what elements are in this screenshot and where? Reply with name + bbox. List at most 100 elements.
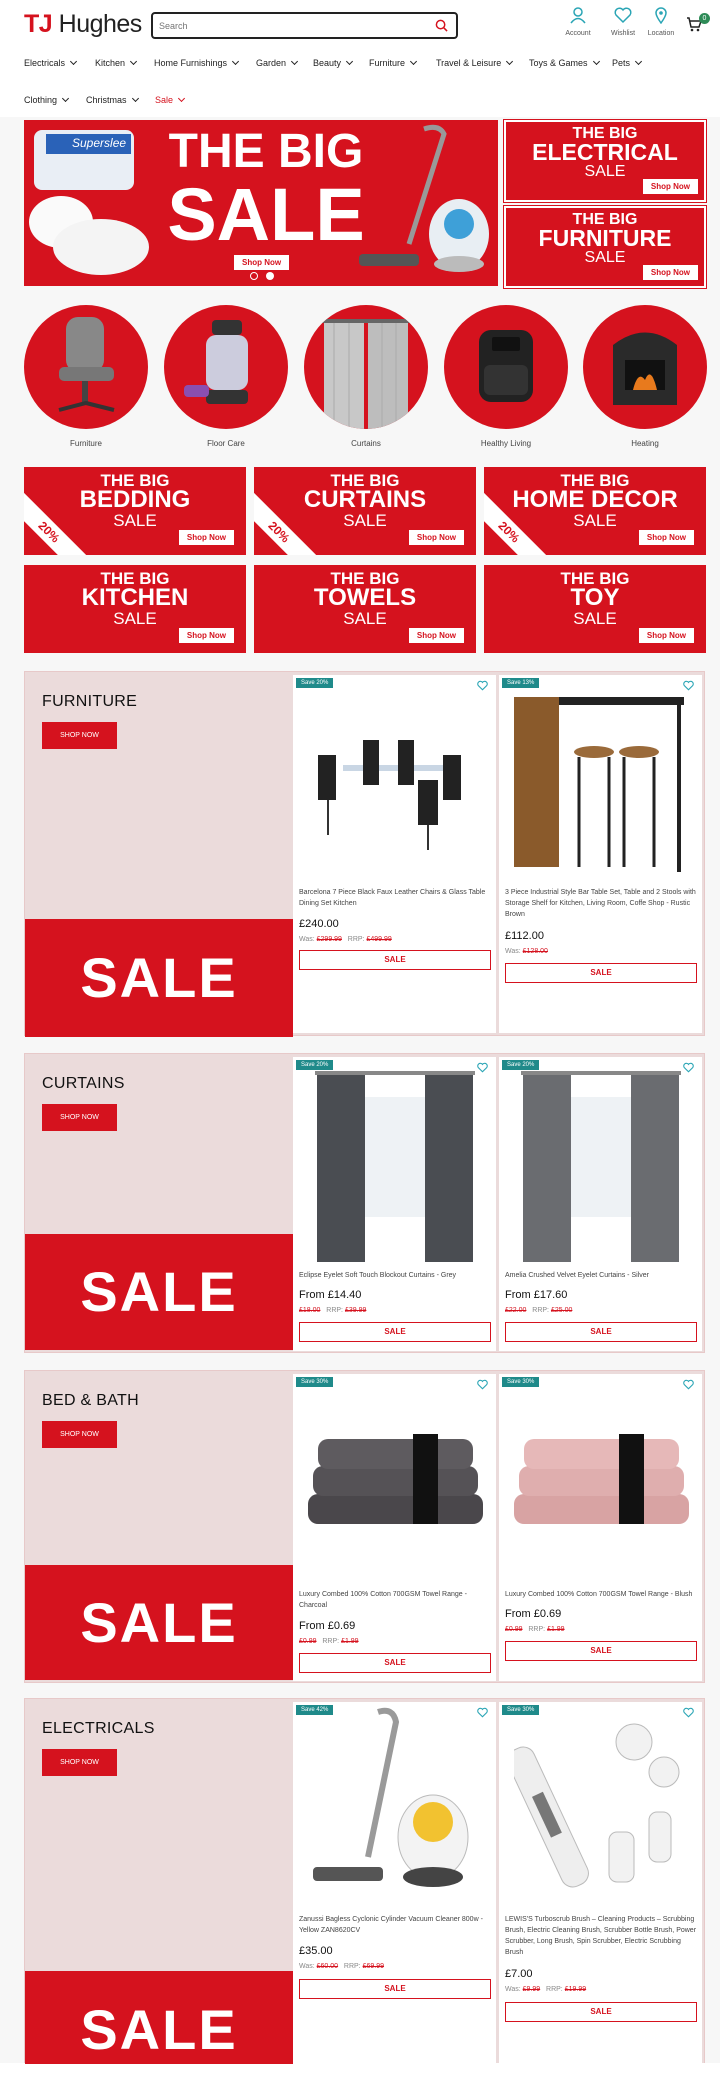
wishlist-heart-icon[interactable] [683, 1062, 694, 1073]
category-label: Curtains [351, 439, 381, 448]
nav-garden[interactable]: Garden [256, 57, 299, 68]
wishlist-heart-icon[interactable] [683, 680, 694, 691]
product-price: From £0.69 [505, 1608, 562, 1620]
wishlist-heart-icon[interactable] [683, 1379, 694, 1390]
heart-icon [614, 7, 632, 24]
product-card[interactable]: Save 13% 3 Piece Industrial Style Bar Ta… [499, 675, 702, 1033]
wishlist-heart-icon[interactable] [477, 1379, 488, 1390]
toy-sale-tile[interactable]: THE BIG TOY SALE Shop Now [484, 565, 706, 653]
section-shop-now-button[interactable]: SHOP NOW [42, 1421, 117, 1448]
search-input[interactable] [159, 17, 429, 35]
wishlist-heart-icon[interactable] [477, 1062, 488, 1073]
nav-travel-leisure[interactable]: Travel & Leisure [436, 57, 514, 68]
sale-button[interactable]: SALE [299, 1322, 491, 1342]
wishlist-heart-icon[interactable] [477, 1707, 488, 1718]
section-sale-banner: SALE [25, 919, 293, 1037]
wishlist-heart-icon[interactable] [477, 680, 488, 691]
chevron-down-icon [506, 57, 514, 66]
nav-sale[interactable]: Sale [155, 94, 186, 105]
nav-home-furnishings[interactable]: Home Furnishings [154, 57, 240, 68]
sale-button[interactable]: SALE [505, 963, 697, 983]
nav-toys-games[interactable]: Toys & Games [529, 57, 600, 68]
chevron-down-icon [634, 57, 643, 66]
product-card[interactable]: Save 20% Amelia Crushed Velvet Eyelet Cu… [499, 1057, 702, 1351]
curtains-shop-now-button[interactable]: Shop Now [408, 530, 464, 545]
electrical-shop-now-button[interactable]: Shop Now [642, 179, 698, 194]
account-link[interactable]: Account [558, 6, 598, 37]
electrical-sale-banner[interactable]: THE BIG ELECTRICAL SALE Shop Now [503, 119, 707, 203]
sale-button[interactable]: SALE [299, 1979, 491, 1999]
chevron-down-icon [592, 57, 600, 66]
sale-button[interactable]: SALE [505, 1641, 697, 1661]
category-circle-curtains[interactable] [304, 305, 428, 429]
hero-shop-now-button[interactable]: Shop Now [234, 255, 290, 270]
logo[interactable]: TJ Hughes [24, 10, 142, 39]
search-icon[interactable] [435, 19, 448, 32]
product-name[interactable]: Eclipse Eyelet Soft Touch Blockout Curta… [299, 1271, 491, 1282]
nav-beauty[interactable]: Beauty [313, 57, 354, 68]
chevron-down-icon [129, 57, 138, 66]
category-circle-healthy-living[interactable] [444, 305, 568, 429]
wishlist-link[interactable]: Wishlist [603, 6, 643, 37]
product-name[interactable]: Luxury Combed 100% Cotton 700GSM Towel R… [299, 1590, 491, 1612]
section-shop-now-button[interactable]: SHOP NOW [42, 1104, 117, 1131]
category-circle-heating[interactable] [583, 305, 707, 429]
nav-electricals[interactable]: Electricals [24, 57, 78, 68]
product-price: £35.00 [299, 1945, 333, 1957]
carousel-dot-active[interactable] [266, 272, 274, 280]
curtains-sale-tile[interactable]: 20% THE BIG CURTAINS SALE Shop Now [254, 467, 476, 555]
furniture-shop-now-button[interactable]: Shop Now [642, 265, 698, 280]
home-decor-shop-now-button[interactable]: Shop Now [638, 530, 694, 545]
wishlist-heart-icon[interactable] [683, 1707, 694, 1718]
product-name[interactable]: 3 Piece Industrial Style Bar Table Set, … [505, 888, 697, 921]
sale-button[interactable]: SALE [299, 1653, 491, 1673]
kitchen-sale-tile[interactable]: THE BIG KITCHEN SALE Shop Now [24, 565, 246, 653]
section-shop-now-button[interactable]: SHOP NOW [42, 722, 117, 749]
product-name[interactable]: Barcelona 7 Piece Black Faux Leather Cha… [299, 888, 491, 910]
section-shop-now-button[interactable]: SHOP NOW [42, 1749, 117, 1776]
air-fryer-image [479, 330, 533, 402]
nav-pets[interactable]: Pets [612, 57, 643, 68]
product-card[interactable]: Save 20% Barcelona 7 Piece Black Faux Le… [293, 675, 496, 1033]
nav-christmas[interactable]: Christmas [86, 94, 139, 105]
category-label: Healthy Living [480, 439, 532, 448]
product-card[interactable]: Save 30% Luxury Combed 100% Cotton 700GS… [499, 1374, 702, 1681]
toy-shop-now-button[interactable]: Shop Now [638, 628, 694, 643]
product-card[interactable]: Save 20% Eclipse Eyelet Soft Touch Block… [293, 1057, 496, 1351]
sale-button[interactable]: SALE [505, 1322, 697, 1342]
product-name[interactable]: Amelia Crushed Velvet Eyelet Curtains - … [505, 1271, 697, 1282]
discount-badge: Save 30% [502, 1377, 540, 1387]
chevron-down-icon [177, 94, 186, 103]
product-card[interactable]: Save 30% Luxury Combed 100% Cotton 700GS… [293, 1374, 496, 1681]
product-name[interactable]: Zanussi Bagless Cyclonic Cylinder Vacuum… [299, 1915, 491, 1937]
product-price: From £14.40 [299, 1289, 362, 1301]
category-circle-floor-care[interactable] [164, 305, 288, 429]
category-circle-furniture[interactable] [24, 305, 148, 429]
sale-button[interactable]: SALE [299, 950, 491, 970]
product-name[interactable]: Luxury Combed 100% Cotton 700GSM Towel R… [505, 1590, 697, 1601]
product-image-dining-set [318, 740, 461, 850]
nav-kitchen[interactable]: Kitchen [95, 57, 138, 68]
hero-banner[interactable]: Superslee THE BIG SALE Shop Now [24, 120, 498, 286]
product-name[interactable]: LEWIS'S Turboscrub Brush – Cleaning Prod… [505, 1915, 697, 1958]
product-card[interactable]: Save 30% LEWIS'S Turboscrub Brush – Clea… [499, 1702, 702, 2064]
towels-shop-now-button[interactable]: Shop Now [408, 628, 464, 643]
product-image-turboscrub-brush [514, 1723, 680, 1888]
carousel-dot[interactable] [250, 272, 258, 280]
furniture-sale-banner[interactable]: THE BIG FURNITURE SALE Shop Now [503, 205, 707, 289]
product-image-charcoal-towels [308, 1434, 483, 1524]
sale-button[interactable]: SALE [505, 2002, 697, 2022]
home-decor-sale-tile[interactable]: 20% THE BIG HOME DECOR SALE Shop Now [484, 467, 706, 555]
location-link[interactable]: Location [641, 6, 681, 37]
bedding-shop-now-button[interactable]: Shop Now [178, 530, 234, 545]
towels-sale-tile[interactable]: THE BIG TOWELS SALE Shop Now [254, 565, 476, 653]
electric-fire-image [613, 332, 677, 405]
product-card[interactable]: Save 42% Zanussi Bagless Cyclonic Cylind… [293, 1702, 496, 2064]
bedding-sale-tile[interactable]: 20% THE BIG BEDDING SALE Shop Now [24, 467, 246, 555]
nav-clothing[interactable]: Clothing [24, 94, 70, 105]
kitchen-shop-now-button[interactable]: Shop Now [178, 628, 234, 643]
account-icon [570, 7, 586, 24]
nav-furniture[interactable]: Furniture [369, 57, 418, 68]
category-label: Furniture [69, 439, 102, 448]
curtains-section: CURTAINS SHOP NOW SALE Save 20% Eclipse … [24, 1053, 705, 1353]
